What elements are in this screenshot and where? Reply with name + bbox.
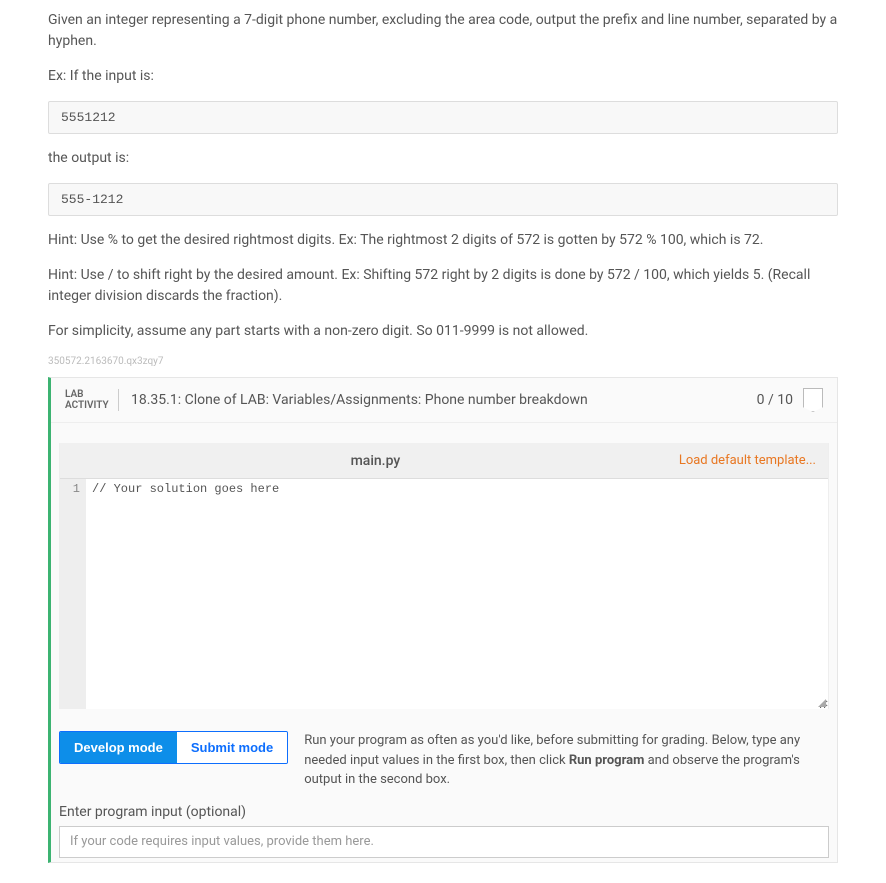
output-sample-box: 555-1212 xyxy=(48,183,838,216)
lab-header: LAB ACTIVITY 18.35.1: Clone of LAB: Vari… xyxy=(51,378,837,423)
line-number: 1 xyxy=(60,482,80,496)
output-label: the output is: xyxy=(48,148,838,169)
develop-mode-button[interactable]: Develop mode xyxy=(60,732,177,763)
lab-activity-panel: LAB ACTIVITY 18.35.1: Clone of LAB: Vari… xyxy=(48,377,838,863)
program-input-section: Enter program input (optional) xyxy=(51,804,837,862)
content-id: 350572.2163670.qx3zqy7 xyxy=(48,356,838,367)
load-default-template-link[interactable]: Load default template... xyxy=(679,453,816,468)
hint-1: Hint: Use % to get the desired rightmost… xyxy=(48,230,838,251)
score-shield-icon xyxy=(803,388,823,412)
code-editor[interactable]: 1 // Your solution goes here xyxy=(60,479,828,709)
code-editor-panel: main.py Load default template... 1 // Yo… xyxy=(59,443,829,709)
lab-title: 18.35.1: Clone of LAB: Variables/Assignm… xyxy=(131,392,757,408)
simplicity-note: For simplicity, assume any part starts w… xyxy=(48,321,838,342)
lab-score: 0 / 10 xyxy=(757,392,793,408)
example-label: Ex: If the input is: xyxy=(48,66,838,87)
filename-label: main.py xyxy=(72,453,679,469)
mode-row: Develop mode Submit mode Run your progra… xyxy=(51,709,837,804)
submit-mode-button[interactable]: Submit mode xyxy=(177,732,287,763)
lab-badge: LAB ACTIVITY xyxy=(65,389,119,411)
problem-description: Given an integer representing a 7-digit … xyxy=(48,10,838,367)
problem-intro: Given an integer representing a 7-digit … xyxy=(48,10,838,52)
mode-toggle: Develop mode Submit mode xyxy=(59,731,288,764)
mode-instructions: Run your program as often as you'd like,… xyxy=(304,731,829,790)
editor-content[interactable]: // Your solution goes here xyxy=(86,479,828,709)
program-input-label: Enter program input (optional) xyxy=(59,804,829,820)
program-input-field[interactable] xyxy=(59,826,829,858)
resize-handle-icon[interactable] xyxy=(818,699,826,707)
input-sample-box: 5551212 xyxy=(48,101,838,134)
editor-toolbar: main.py Load default template... xyxy=(60,443,828,479)
hint-2: Hint: Use / to shift right by the desire… xyxy=(48,265,838,307)
line-gutter: 1 xyxy=(60,479,86,709)
